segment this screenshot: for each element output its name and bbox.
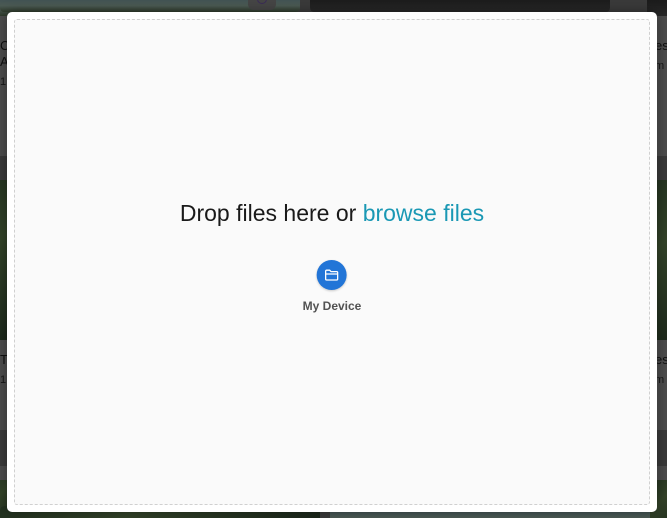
my-device-source-button[interactable]: My Device (302, 260, 362, 313)
browse-files-link[interactable]: browse files (363, 200, 484, 226)
folder-icon (316, 260, 347, 290)
drop-instruction-text: Drop files here or (179, 200, 357, 226)
file-dropzone[interactable]: Drop files here or browse files My Devic… (14, 19, 650, 505)
drop-title: Drop files here or browse files (15, 200, 649, 227)
my-device-label: My Device (302, 299, 362, 313)
upload-modal: Drop files here or browse files My Devic… (7, 12, 657, 512)
